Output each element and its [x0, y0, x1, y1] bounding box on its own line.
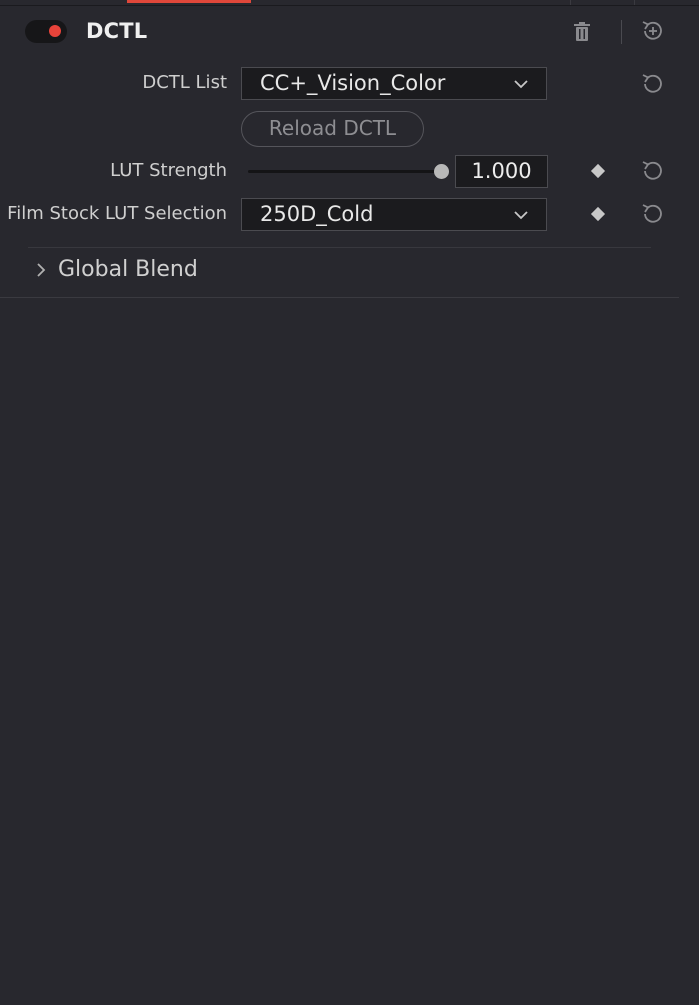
effect-title: DCTL	[86, 19, 148, 43]
tab-separator	[634, 0, 635, 5]
effect-header: DCTL	[0, 10, 699, 54]
film-stock-value: 250D_Cold	[260, 202, 374, 226]
reload-dctl-button[interactable]: Reload DCTL	[241, 111, 424, 147]
active-tab-indicator[interactable]	[127, 0, 251, 3]
reset-icon[interactable]	[640, 158, 664, 182]
film-stock-dropdown[interactable]: 250D_Cold	[241, 198, 547, 231]
reset-icon[interactable]	[640, 71, 664, 95]
header-separator	[621, 20, 622, 44]
reset-icon[interactable]	[640, 201, 664, 225]
reset-plus-icon[interactable]	[640, 18, 664, 42]
dctl-inspector-panel: DCTL DCTL List CC+_Vision_Color Reload D…	[0, 0, 699, 1005]
dctl-list-label: DCTL List	[142, 72, 227, 93]
section-divider	[28, 247, 651, 248]
lut-strength-field[interactable]: 1.000	[455, 155, 548, 188]
lut-strength-label: LUT Strength	[110, 160, 227, 181]
global-blend-title: Global Blend	[58, 257, 198, 282]
panel-bottom-divider	[0, 297, 679, 298]
effect-enable-toggle[interactable]	[25, 20, 67, 43]
dctl-list-dropdown[interactable]: CC+_Vision_Color	[241, 67, 547, 100]
trash-icon[interactable]	[570, 20, 594, 44]
chevron-right-icon	[34, 262, 48, 278]
tab-separator	[570, 0, 571, 5]
global-blend-section-header[interactable]: Global Blend	[28, 252, 668, 290]
lut-strength-slider[interactable]	[248, 164, 449, 179]
chevron-down-icon	[512, 75, 530, 93]
toggle-indicator-dot	[49, 25, 61, 37]
diamond-keyframe-icon[interactable]	[590, 163, 606, 179]
slider-thumb[interactable]	[434, 164, 449, 179]
tab-strip	[0, 0, 699, 6]
dctl-list-value: CC+_Vision_Color	[260, 71, 446, 95]
chevron-down-icon	[512, 206, 530, 224]
film-stock-label: Film Stock LUT Selection	[7, 203, 227, 224]
diamond-keyframe-icon[interactable]	[590, 206, 606, 222]
